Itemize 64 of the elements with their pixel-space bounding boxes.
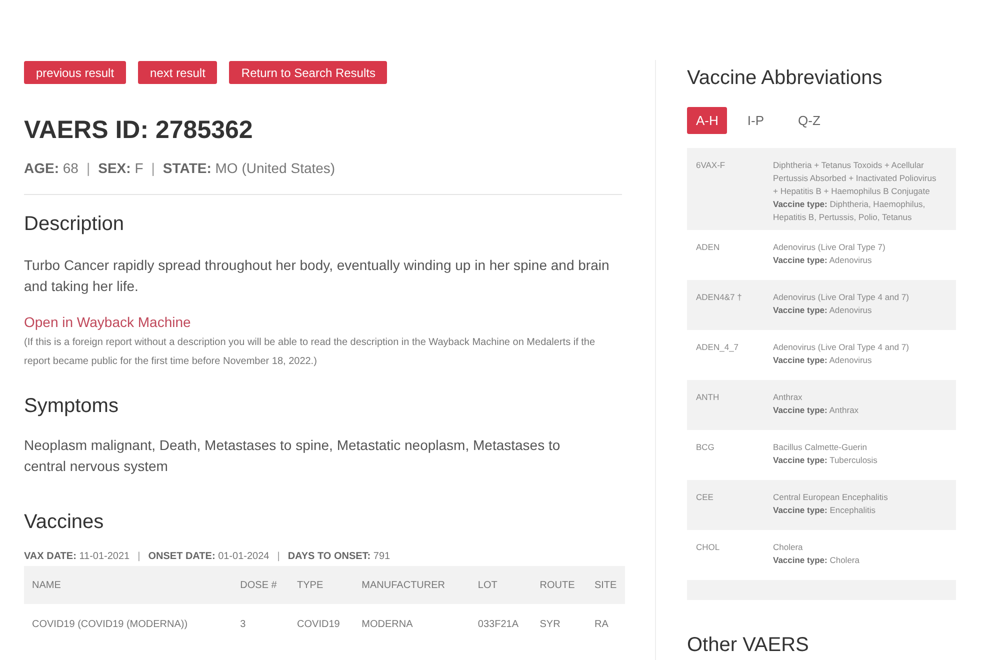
separator: |	[138, 550, 140, 564]
abbreviation-code: 6VAX-F	[696, 159, 726, 172]
table-cell: COVID19 (COVID19 (MODERNA))	[24, 604, 232, 644]
vaccine-type: Vaccine type: Diphtheria, Haemophilus, Hepatitis B, Pertussis, Polio, Tetanus	[773, 198, 926, 224]
vaccine-type: Vaccine type: Adenovirus	[773, 354, 873, 367]
column-header: LOT	[470, 566, 532, 604]
nav-button[interactable]: Return to Search Results	[229, 61, 388, 84]
meta-field: SEX: F	[98, 158, 144, 179]
abbreviation-code: ADEN	[696, 241, 721, 254]
vaccine-name: Adenovirus (Live Oral Type 4 and 7)	[773, 291, 909, 304]
abbreviation-code: BCG	[696, 441, 716, 454]
separator: |	[277, 550, 280, 564]
meta-field: STATE: MO (United States)	[162, 158, 336, 179]
vaccine-name: Bacillus Calmette-Guerin	[773, 441, 868, 454]
table-cell: SYR	[532, 604, 586, 644]
column-header: MANUFACTURER	[354, 566, 470, 604]
section-heading: Vaccines	[24, 510, 105, 535]
meta-field: VAX DATE: 11-01-2021	[24, 549, 130, 564]
meta-field: ONSET DATE: 01-01-2024	[148, 549, 270, 564]
letter-tab[interactable]: I-P	[733, 107, 778, 134]
column-header: TYPE	[289, 566, 354, 604]
separator: |	[151, 159, 155, 178]
report-title: VAERS ID: 2785362	[24, 115, 254, 146]
section-heading: Description	[24, 212, 126, 237]
vaccine-name: Central European Encephalitis	[773, 491, 888, 504]
sidebar-heading: Vaccine Abbreviations	[687, 66, 884, 91]
vaccine-type: Vaccine type: Tuberculosis	[773, 454, 878, 467]
meta-field: AGE: 68	[24, 158, 78, 179]
vaccine-name: Anthrax	[773, 391, 804, 404]
description-text: Turbo Cancer rapidly spread throughout her body, eventually winding up in her spine and brain and taking her life.	[24, 256, 610, 296]
nav-button[interactable]: previous result	[24, 61, 126, 84]
column-header: NAME	[24, 566, 232, 604]
column-header: ROUTE	[532, 566, 586, 604]
table-cell: MODERNA	[354, 604, 470, 644]
letter-tab[interactable]: Q-Z	[784, 107, 834, 134]
vaccine-name: Cholera	[773, 541, 804, 554]
table-cell: COVID19	[289, 604, 354, 644]
letter-tab[interactable]: A-H	[687, 107, 728, 134]
abbreviation-code: ADEN_4_7	[696, 341, 740, 354]
table-cell: 033F21A	[470, 604, 532, 644]
sidebar-heading: Other VAERS	[687, 633, 810, 658]
section-heading: Symptoms	[24, 394, 120, 419]
note-text: (If this is a foreign report without a description you will be able to read the description in the Wayback Machine on Medalerts if the report became public for the first time before November 18, 2022.)	[24, 336, 596, 369]
wayback-link[interactable]: Open in Wayback Machine	[24, 312, 191, 333]
vaccine-name: Diphtheria + Tetanus Toxoids + Acellular Pertussis Absorbed + Inactivated Poliovirus + Hepatitis B + Haemophilus B Conjugate	[773, 159, 938, 198]
abbreviation-code: CHOL	[696, 541, 721, 554]
nav-button[interactable]: next result	[138, 61, 218, 84]
vaccine-name: Adenovirus (Live Oral Type 7)	[773, 241, 886, 254]
vaccine-type: Vaccine type: Cholera	[773, 554, 860, 567]
column-header: DOSE #	[232, 566, 290, 604]
abbreviation-code: CEE	[696, 491, 714, 504]
table-cell: 3	[232, 604, 290, 644]
vaccine-type: Vaccine type: Encephalitis	[773, 504, 877, 517]
vaccine-type: Vaccine type: Adenovirus	[773, 304, 873, 317]
vaccine-type: Vaccine type: Anthrax	[773, 404, 859, 417]
symptoms-text: Neoplasm malignant, Death, Metastases to spine, Metastatic neoplasm, Metastases to central nervous system	[24, 436, 562, 476]
abbreviation-code: ADEN4&7 †	[696, 291, 743, 304]
column-header: SITE	[586, 566, 625, 604]
meta-field: DAYS TO ONSET: 791	[288, 549, 390, 564]
abbreviation-code: ANTH	[696, 391, 720, 404]
separator: |	[86, 159, 90, 178]
vaccine-type: Vaccine type: Adenovirus	[773, 254, 873, 267]
vaccine-name: Adenovirus (Live Oral Type 4 and 7)	[773, 341, 909, 354]
table-cell: RA	[586, 604, 625, 644]
